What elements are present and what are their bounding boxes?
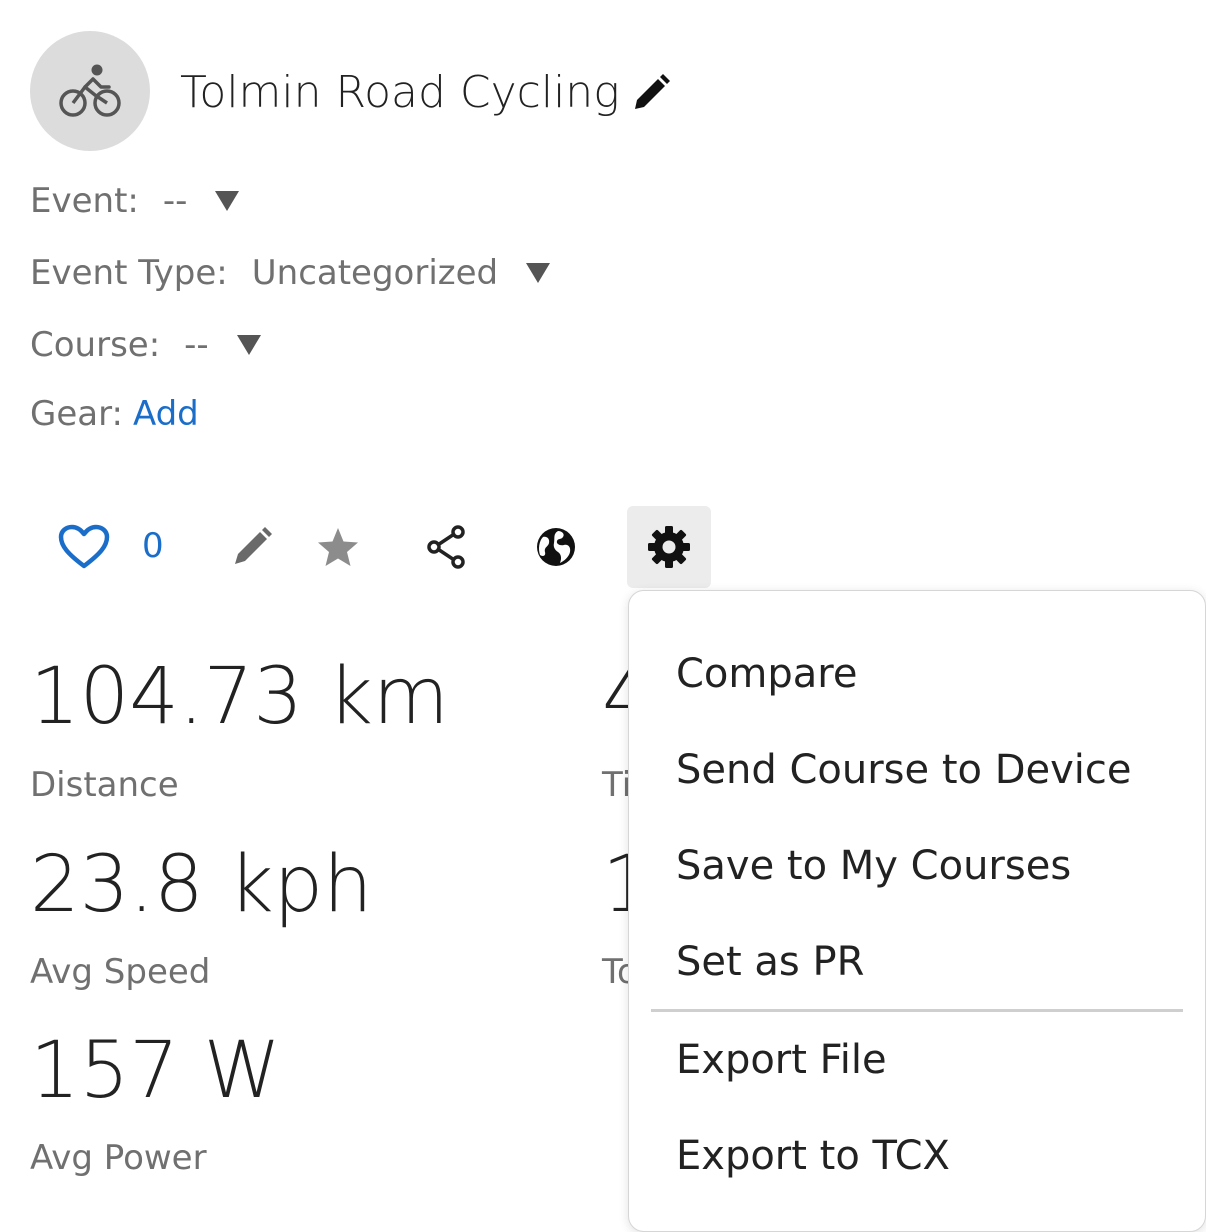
event-value: --: [162, 181, 188, 221]
edit-title-button[interactable]: [628, 70, 674, 116]
favorite-button[interactable]: [306, 506, 370, 588]
share-button[interactable]: [414, 506, 478, 588]
stat-avg-power-value: 157 W: [30, 1026, 281, 1116]
stat-distance-label: Distance: [30, 765, 179, 805]
event-dropdown-caret-icon[interactable]: [215, 191, 240, 211]
menu-item-save-to-my-courses[interactable]: Save to My Courses: [676, 840, 1071, 892]
cycling-icon: [59, 64, 121, 117]
like-button[interactable]: [52, 506, 116, 588]
pencil-icon: [235, 527, 272, 564]
gear-row: Gear: Add: [30, 393, 199, 435]
like-count: 0: [142, 526, 164, 566]
share-icon: [427, 525, 465, 569]
course-row: Course: --: [30, 324, 261, 366]
stat-time-label: Ti: [602, 765, 632, 805]
activity-title: Tolmin Road Cycling: [180, 67, 620, 118]
event-row: Event: --: [30, 180, 240, 222]
event-type-dropdown-caret-icon[interactable]: [526, 263, 551, 283]
menu-item-send-course-to-device[interactable]: Send Course to Device: [676, 744, 1132, 796]
activity-type-avatar: [30, 31, 150, 151]
event-type-label: Event Type:: [30, 253, 228, 293]
star-icon: [318, 528, 358, 566]
stat-avg-speed-value: 23.8 kph: [30, 840, 373, 930]
privacy-button[interactable]: [524, 506, 588, 588]
course-dropdown-caret-icon[interactable]: [236, 335, 261, 355]
stat-avg-speed-label: Avg Speed: [30, 952, 211, 992]
heart-icon: [58, 524, 110, 569]
event-type-value: Uncategorized: [251, 253, 499, 293]
add-gear-link[interactable]: Add: [133, 393, 199, 435]
event-label: Event:: [30, 181, 139, 221]
course-value: --: [184, 325, 209, 365]
course-label: Course:: [30, 325, 161, 365]
menu-item-export-file[interactable]: Export File: [676, 1034, 887, 1086]
pencil-icon: [635, 74, 670, 109]
menu-item-compare[interactable]: Compare: [676, 648, 857, 700]
stat-avg-power-label: Avg Power: [30, 1138, 207, 1178]
stat-distance-value: 104.73 km: [30, 652, 449, 742]
gear-icon: [648, 526, 690, 568]
menu-item-set-as-pr[interactable]: Set as PR: [676, 936, 864, 988]
settings-menu: Compare Send Course to Device Save to My…: [628, 590, 1206, 1232]
gear-label: Gear:: [30, 394, 123, 434]
menu-divider: [651, 1009, 1183, 1012]
globe-icon: [537, 528, 575, 566]
menu-item-export-to-tcx[interactable]: Export to TCX: [676, 1130, 950, 1182]
event-type-row: Event Type: Uncategorized: [30, 252, 551, 294]
settings-button[interactable]: [627, 506, 711, 588]
edit-button[interactable]: [220, 506, 284, 588]
